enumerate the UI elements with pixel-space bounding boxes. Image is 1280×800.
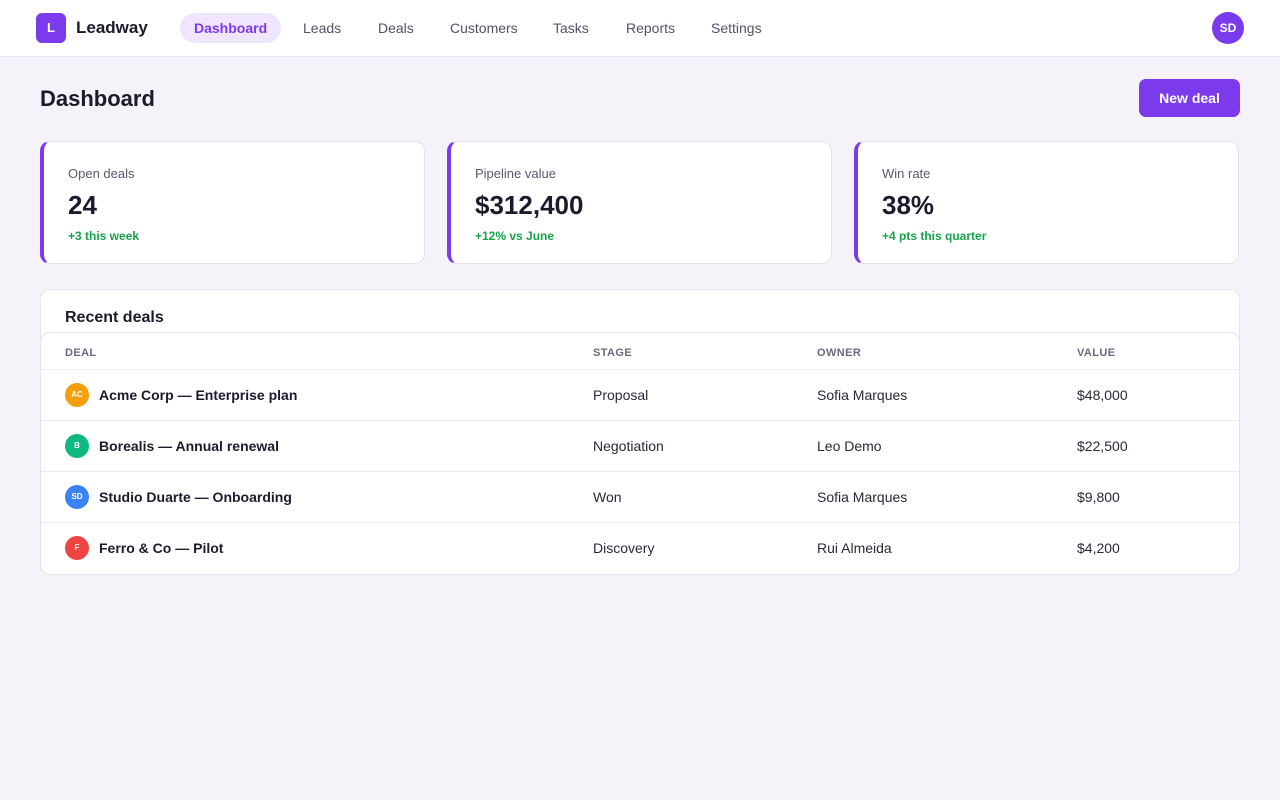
deal-name[interactable]: Studio Duarte — Onboarding — [99, 488, 292, 506]
deal-value: $4,200 — [1077, 540, 1120, 556]
stat-card-open-deals: Open deals 24 +3 this week — [40, 141, 425, 264]
stat-value: 24 — [68, 190, 97, 220]
deal-name[interactable]: Borealis — Annual renewal — [99, 437, 279, 455]
stat-card-pipeline-value: Pipeline value $312,400 +12% vs June — [447, 141, 832, 264]
new-deal-button[interactable]: New deal — [1139, 79, 1240, 117]
stat-delta: +4 pts this quarter — [882, 229, 987, 243]
stat-delta: +12% vs June — [475, 229, 555, 243]
deal-value: $22,500 — [1077, 438, 1128, 454]
page-title: Dashboard — [40, 86, 155, 111]
logo-icon[interactable]: L — [36, 13, 66, 43]
nav-item-tasks[interactable]: Tasks — [553, 13, 589, 43]
deal-owner: Sofia Marques — [817, 489, 908, 505]
nav-item-leads[interactable]: Leads — [303, 13, 341, 43]
stat-label: Pipeline value — [475, 166, 556, 181]
deal-owner: Rui Almeida — [817, 540, 892, 556]
deal-avatar: SD — [65, 485, 89, 509]
deal-stage: Discovery — [593, 540, 655, 556]
stat-label: Win rate — [882, 166, 931, 181]
recent-deals-panel: Recent deals DEAL STAGE OWNER VALUE AC A… — [40, 289, 1240, 575]
deal-avatar: AC — [65, 383, 89, 407]
deal-value: $48,000 — [1077, 387, 1128, 403]
stat-label: Open deals — [68, 166, 135, 181]
stat-value: $312,400 — [475, 190, 584, 220]
table-row[interactable]: SD Studio Duarte — Onboarding Won Sofia … — [41, 471, 1239, 522]
column-header-stage: STAGE — [593, 347, 633, 359]
table-row[interactable]: B Borealis — Annual renewal Negotiation … — [41, 420, 1239, 471]
table-row[interactable]: AC Acme Corp — Enterprise plan Proposal … — [41, 369, 1239, 420]
nav-item-dashboard[interactable]: Dashboard — [180, 13, 282, 43]
nav-item-reports[interactable]: Reports — [626, 13, 675, 43]
deal-name[interactable]: Ferro & Co — Pilot — [99, 539, 223, 557]
nav-item-settings[interactable]: Settings — [711, 13, 762, 43]
stat-card-win-rate: Win rate 38% +4 pts this quarter — [854, 141, 1239, 264]
column-header-value: VALUE — [1077, 347, 1116, 359]
stat-value: 38% — [882, 190, 935, 220]
nav-item-customers[interactable]: Customers — [450, 13, 518, 43]
deal-owner: Sofia Marques — [817, 387, 908, 403]
deal-stage: Won — [593, 489, 622, 505]
deal-owner: Leo Demo — [817, 438, 882, 454]
deal-stage: Proposal — [593, 387, 649, 403]
recent-deals-title: Recent deals — [65, 309, 164, 326]
stat-delta: +3 this week — [68, 229, 140, 243]
table-row[interactable]: F Ferro & Co — Pilot Discovery Rui Almei… — [41, 522, 1239, 573]
deal-name[interactable]: Acme Corp — Enterprise plan — [99, 386, 297, 404]
column-header-owner: OWNER — [817, 347, 862, 359]
nav-item-deals[interactable]: Deals — [378, 13, 414, 43]
deal-stage: Negotiation — [593, 438, 664, 454]
brand-name[interactable]: Leadway — [76, 18, 148, 38]
user-avatar[interactable]: SD — [1212, 12, 1244, 44]
deal-value: $9,800 — [1077, 489, 1120, 505]
column-header-deal: DEAL — [65, 347, 97, 359]
top-bar: L Leadway Dashboard Leads Deals Customer… — [0, 0, 1280, 57]
deals-table: DEAL STAGE OWNER VALUE AC Acme Corp — En… — [40, 332, 1240, 575]
deal-avatar: B — [65, 434, 89, 458]
deal-avatar: F — [65, 536, 89, 560]
